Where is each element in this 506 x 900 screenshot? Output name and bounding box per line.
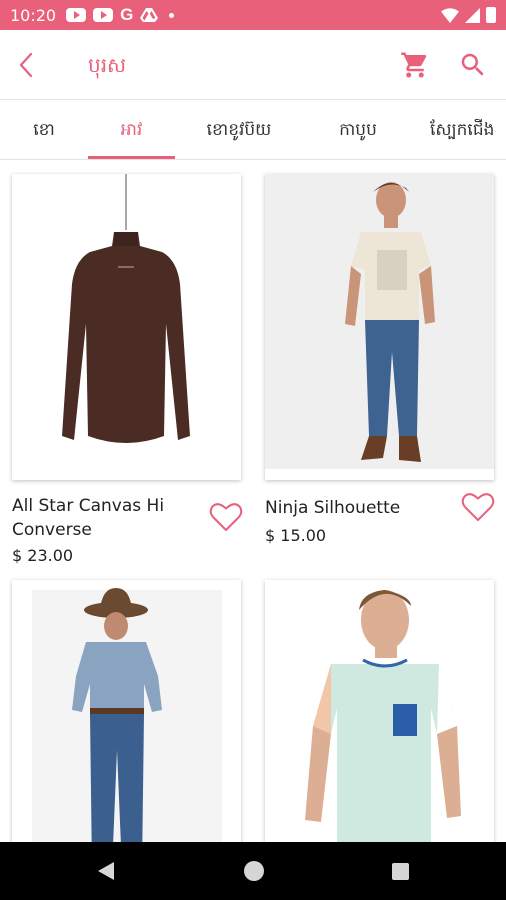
youtube-icon [66,8,87,22]
system-nav-bar [0,842,506,900]
cowboy-plaid-shirt-image [32,588,222,842]
nav-home-icon[interactable] [244,861,264,881]
product-image[interactable] [265,174,494,480]
battery-icon [486,7,496,23]
product-image[interactable] [12,580,241,842]
tab-jeans[interactable]: ខោខូវប៊យ [175,100,303,159]
notification-dot-icon [169,12,175,18]
product-image[interactable] [265,580,494,842]
tab-shirts[interactable]: អាវ [88,100,175,159]
status-system-icons [441,7,496,23]
brown-turtleneck-image [62,174,190,443]
back-button[interactable] [12,50,42,80]
tab-pants[interactable]: ខោ [0,100,88,159]
category-tabs: ខោ អាវ ខោខូវប៊យ កាបូប ស្បែកជើង [0,100,506,160]
man-white-tshirt-image [265,182,494,480]
heart-outline-icon [461,493,495,521]
tab-indicator [88,156,175,159]
google-icon: G [120,5,134,24]
product-price: $ 15.00 [265,526,327,545]
status-bar: 10:20 G [0,0,506,30]
wifi-icon [441,7,459,23]
man-mint-tshirt-image [305,590,461,842]
product-price: $ 23.00 [12,546,74,565]
youtube-icon [93,8,114,22]
status-time: 10:20 [10,5,57,25]
signal-icon [465,7,480,23]
product-grid: All Star Canvas Hi Converse $ 23.00 Ninj… [0,160,506,842]
heart-outline-icon [209,503,243,531]
status-notification-icons: G [66,5,175,25]
drive-icon [140,8,159,22]
cart-button[interactable] [400,50,430,80]
cart-icon [401,52,427,78]
page-title: បុរស [88,53,127,77]
tab-bags[interactable]: កាបូប [303,100,413,159]
favorite-button[interactable] [461,491,495,523]
nav-back-icon[interactable] [96,861,116,881]
app-bar: បុរស [0,30,506,100]
back-arrow-icon [19,52,33,78]
tab-shoes[interactable]: ស្បែកជើង [430,100,506,159]
favorite-button[interactable] [209,501,243,533]
nav-recents-icon[interactable] [392,863,409,880]
search-icon [461,53,484,76]
product-name[interactable]: Ninja Silhouette [265,496,455,520]
search-button[interactable] [458,50,488,80]
product-name[interactable]: All Star Canvas Hi Converse [12,494,202,542]
product-image[interactable] [12,174,241,480]
